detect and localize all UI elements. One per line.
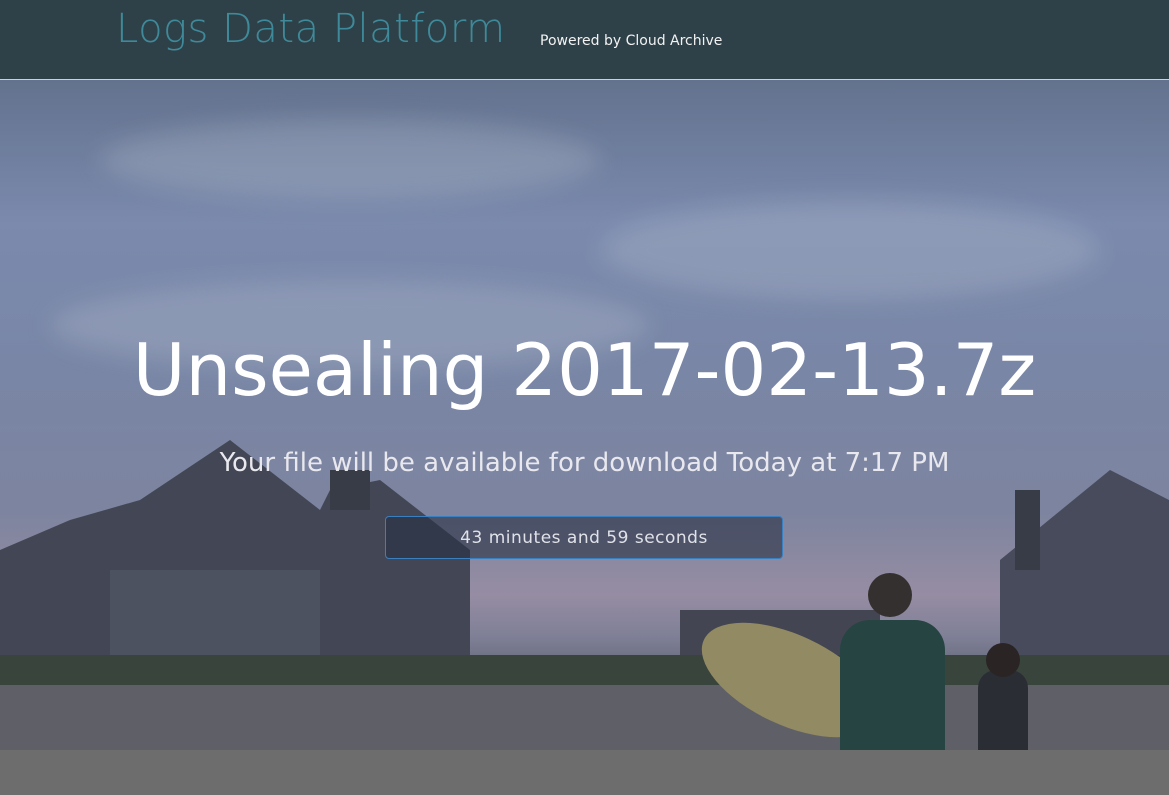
brand-logo-text[interactable]: Logs Data Platform <box>116 6 506 52</box>
countdown-timer: 43 minutes and 59 seconds <box>385 516 783 559</box>
hero-background-image <box>0 80 1169 795</box>
page-title: Unsealing 2017-02-13.7z <box>132 328 1037 412</box>
tagline: Powered by Cloud Archive <box>540 33 723 49</box>
availability-message: Your file will be available for download… <box>219 448 950 478</box>
top-header: Logs Data Platform Powered by Cloud Arch… <box>0 0 1169 80</box>
